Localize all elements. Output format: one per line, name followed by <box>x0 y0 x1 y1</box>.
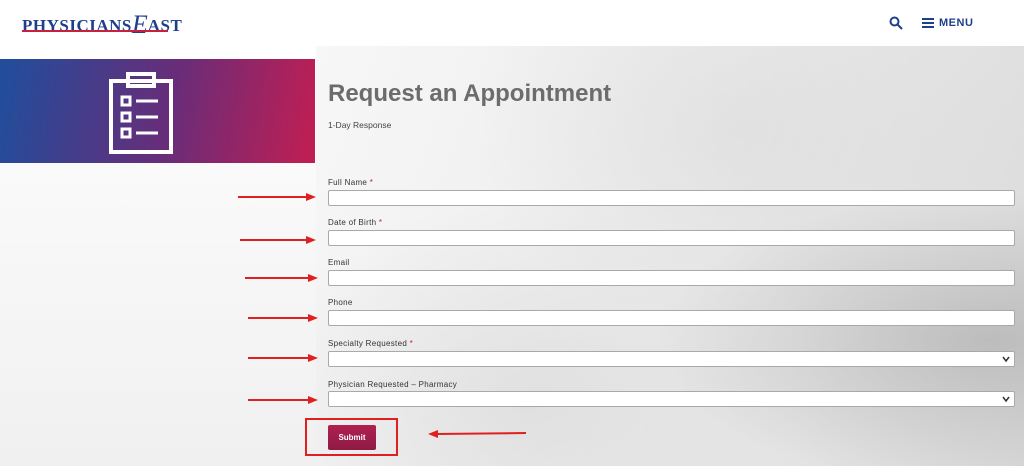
arrow-right-icon <box>245 274 318 282</box>
phone-label: Phone <box>328 298 353 307</box>
site-header: PHYSICIANS E AST MENU <box>0 0 1024 46</box>
search-icon[interactable] <box>889 16 903 30</box>
arrow-right-icon <box>240 236 316 244</box>
menu-label: MENU <box>939 17 974 29</box>
arrow-right-icon <box>248 396 318 404</box>
page-title: Request an Appointment <box>328 80 612 107</box>
logo-text-ast: AST <box>147 16 183 35</box>
physician-label: Physician Requested – Pharmacy <box>328 380 458 389</box>
logo-text-physicians: PHYSICIANS <box>22 16 132 35</box>
hero-banner <box>0 59 315 163</box>
clipboard-list-icon <box>109 72 173 154</box>
arrow-right-icon <box>248 354 318 362</box>
chevron-down-icon <box>1002 356 1010 363</box>
physician-select[interactable] <box>328 391 1015 407</box>
logo-text-e: E <box>131 10 148 39</box>
date-of-birth-input[interactable] <box>328 230 1015 246</box>
full-name-label: Full Name * <box>328 178 374 187</box>
specialty-label: Specialty Requested * <box>328 339 414 348</box>
menu-button[interactable]: MENU <box>922 15 973 31</box>
arrow-left-icon <box>428 430 526 438</box>
date-of-birth-label: Date of Birth * <box>328 218 383 227</box>
email-input[interactable] <box>328 270 1015 286</box>
page-subtitle: 1-Day Response <box>328 120 392 130</box>
arrow-right-icon <box>238 193 316 201</box>
email-label: Email <box>328 258 350 267</box>
submit-button[interactable]: Submit <box>328 425 376 450</box>
logo-underline <box>22 30 168 32</box>
chevron-down-icon <box>1002 396 1010 403</box>
menu-icon <box>922 18 934 28</box>
full-name-input[interactable] <box>328 190 1015 206</box>
specialty-select[interactable] <box>328 351 1015 367</box>
arrow-right-icon <box>248 314 318 322</box>
phone-input[interactable] <box>328 310 1015 326</box>
